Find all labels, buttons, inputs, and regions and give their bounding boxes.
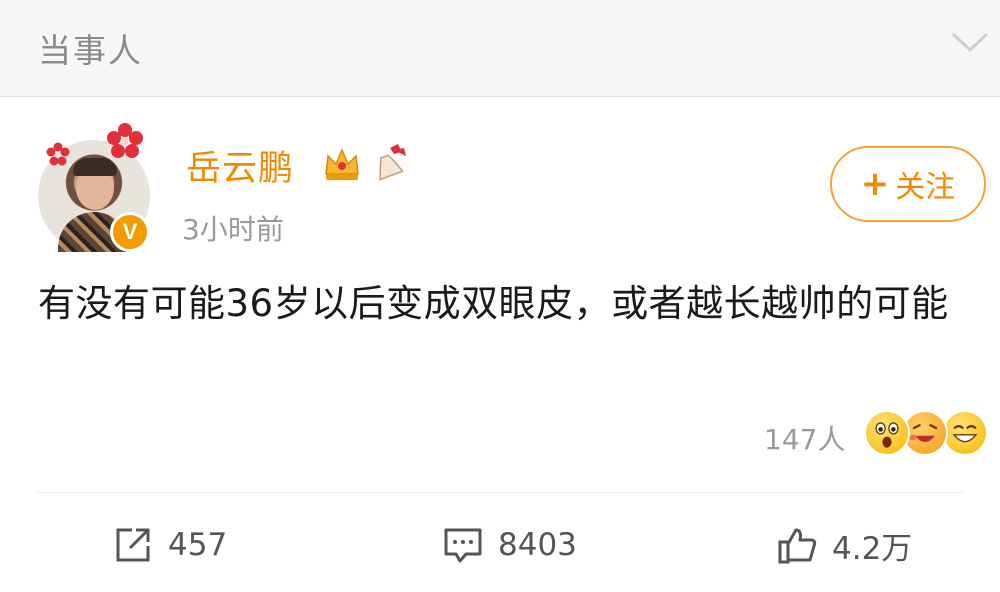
header-bar: 当事人 bbox=[0, 0, 1000, 97]
comment-icon bbox=[444, 528, 482, 563]
post-time: 3小时前 bbox=[182, 213, 284, 246]
comment-count: 8403 bbox=[498, 527, 577, 563]
chevron-down-icon[interactable] bbox=[950, 28, 990, 56]
avatar-hair bbox=[73, 158, 117, 176]
plus-icon: + bbox=[860, 164, 890, 204]
username[interactable]: 岳云鹏 bbox=[186, 140, 294, 191]
share-icon bbox=[116, 528, 150, 562]
flower-decoration-icon bbox=[107, 123, 143, 158]
crown-icon[interactable] bbox=[322, 144, 362, 182]
bell-icon[interactable] bbox=[370, 142, 412, 186]
verified-badge: V bbox=[110, 212, 150, 252]
like-count: 4.2万 bbox=[832, 530, 913, 567]
grinning-emoji-icon[interactable] bbox=[942, 410, 988, 456]
surprised-emoji-icon[interactable] bbox=[864, 410, 910, 456]
flower-decoration-icon bbox=[46, 142, 70, 166]
repost-button[interactable]: 457 bbox=[112, 520, 227, 570]
repost-count: 457 bbox=[168, 527, 228, 563]
follow-label: 关注 bbox=[895, 170, 956, 205]
divider bbox=[36, 492, 964, 493]
follow-button[interactable]: + 关注 bbox=[830, 146, 986, 222]
like-button[interactable]: 4.2万 bbox=[776, 520, 912, 570]
post-text: 有没有可能36岁以后变成双眼皮，或者越长越帅的可能 bbox=[38, 282, 949, 325]
reaction-count[interactable]: 147人 bbox=[764, 418, 845, 458]
comment-button[interactable]: 8403 bbox=[442, 520, 577, 570]
thumbs-up-icon bbox=[778, 528, 817, 564]
header-title: 当事人 bbox=[38, 31, 143, 70]
